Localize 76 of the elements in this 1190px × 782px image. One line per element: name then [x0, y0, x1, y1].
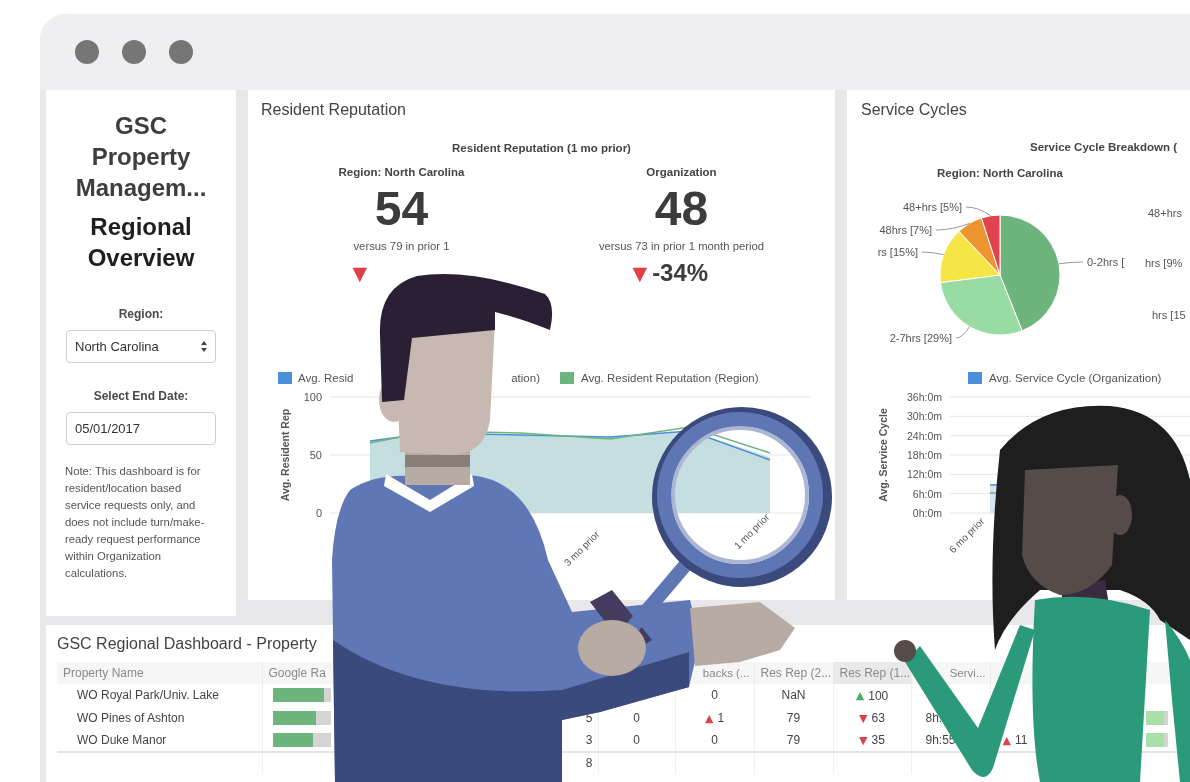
updown-caret-icon — [201, 341, 207, 352]
trend-arrow-icon: ▼ — [352, 263, 368, 283]
axis-tick-label: 50 — [309, 449, 322, 461]
region-select[interactable]: North Carolina — [66, 330, 216, 363]
kpi-comparison: versus 79 in prior 1 — [353, 240, 450, 252]
axis-tick-label: 30h:0m — [906, 410, 942, 423]
note-text: Note: This dashboard is for resident/location based service requests only, and does not include turn/make-ready request performance within Organization calculations. — [65, 464, 206, 581]
trend-arrow-icon: ▼ — [859, 711, 868, 725]
legend-label: Avg. Resid — [298, 372, 354, 384]
window-dot-icon[interactable] — [75, 40, 99, 64]
pie-label: rs [15%] — [877, 246, 918, 258]
table-cell: 100 — [868, 688, 889, 703]
leader-line — [955, 326, 970, 339]
card-title: GSC Regional Dashboard - Property — [57, 635, 318, 654]
pie-label: 2-7hrs [29%] — [889, 332, 952, 344]
pie-label: 0-2hrs [ — [1087, 256, 1125, 268]
table-cell: 11 — [1014, 733, 1028, 748]
table-cell: WO Royal Park/Univ. Lake — [57, 684, 262, 707]
axis-tick-label: 18h:0m — [906, 449, 942, 461]
chart-title: Resident Reputation (1 mo prior) — [451, 142, 632, 154]
kpi-value: 48 — [654, 182, 709, 236]
axis-tick-label: 6h:0m — [912, 487, 942, 500]
leader-line — [965, 206, 992, 217]
axis-title: Avg. Resident Rep — [279, 408, 291, 502]
legend-label: Avg. Resident Reputation (Region) — [581, 372, 759, 384]
table-cell: 1 — [717, 711, 725, 726]
legend-label: Avg. Service Cycle (Organization) — [989, 372, 1162, 384]
chart-title: Service Cycle Breakdown ( — [1030, 141, 1177, 153]
leader-line — [921, 251, 944, 256]
date-input-field[interactable]: 05/01/2017 — [66, 412, 216, 445]
axis-tick-label: 0h:0m — [912, 507, 942, 519]
axis-tick-label: 24h:0m — [906, 429, 942, 442]
kpi-label: Organization — [646, 166, 717, 178]
kpi-value: 54 — [374, 182, 429, 236]
axis-title: Avg. Service Cycle — [877, 408, 889, 502]
axis-tick-label: 12h:0m — [906, 468, 942, 481]
leader-line — [1058, 261, 1084, 265]
column-header[interactable]: Property Name — [57, 662, 262, 684]
window-dot-icon[interactable] — [122, 40, 146, 64]
axis-tick-label: 36h:0m — [906, 391, 942, 403]
table-cell: WO Duke Manor — [57, 729, 262, 752]
trend-arrow-icon: ▲ — [704, 711, 714, 725]
leader-line — [935, 222, 970, 231]
table-cell: 0 — [675, 729, 754, 752]
window-dot-icon[interactable] — [169, 40, 193, 64]
trend-arrow-icon: ▲ — [855, 689, 865, 703]
kpi-comparison: versus 73 in prior 1 month period — [598, 240, 765, 252]
pie-label: hrs [9% — [1145, 257, 1183, 269]
table-cell: 63 — [871, 711, 885, 726]
dashboard-title: GSC Property Managem... — [74, 111, 208, 203]
dashboard-subtitle: Regional Overview — [86, 212, 196, 273]
trend-arrow-icon: ▲ — [1002, 733, 1011, 747]
field-label: Region: — [118, 307, 164, 321]
field-label: Select End Date: — [93, 389, 189, 403]
table-cell: 79 — [754, 706, 833, 729]
pie-label: hrs [15 — [1152, 309, 1186, 321]
pie-label: 48+hrs — [1148, 207, 1182, 219]
trend-arrow-icon: ▼ — [859, 733, 868, 747]
column-header[interactable]: Res Rep (2... — [754, 662, 833, 684]
table-cell: 79 — [754, 729, 833, 752]
card-title: Service Cycles — [860, 100, 968, 120]
pie-label: 48hrs [7%] — [879, 224, 932, 236]
trend-arrow-icon: ▼ — [632, 263, 648, 283]
table-cell: 0 — [598, 729, 675, 752]
column-header[interactable]: Res Rep (1... — [833, 662, 911, 684]
legend-label: ation) — [511, 372, 540, 384]
pie-label: 48+hrs [5%] — [903, 201, 962, 213]
chart-subtitle: Region: North Carolina — [937, 167, 1063, 179]
kpi-label: Region: North Carolina — [338, 166, 465, 178]
axis-tick-label: 0 — [315, 507, 322, 519]
kpi-change: -34% — [652, 259, 709, 287]
card-title: Resident Reputation — [261, 101, 407, 119]
table-cell: 35 — [871, 733, 885, 748]
table-cell: NaN — [754, 684, 833, 707]
table-cell: WO Pines of Ashton — [57, 706, 262, 729]
axis-tick-label: 100 — [303, 391, 322, 403]
